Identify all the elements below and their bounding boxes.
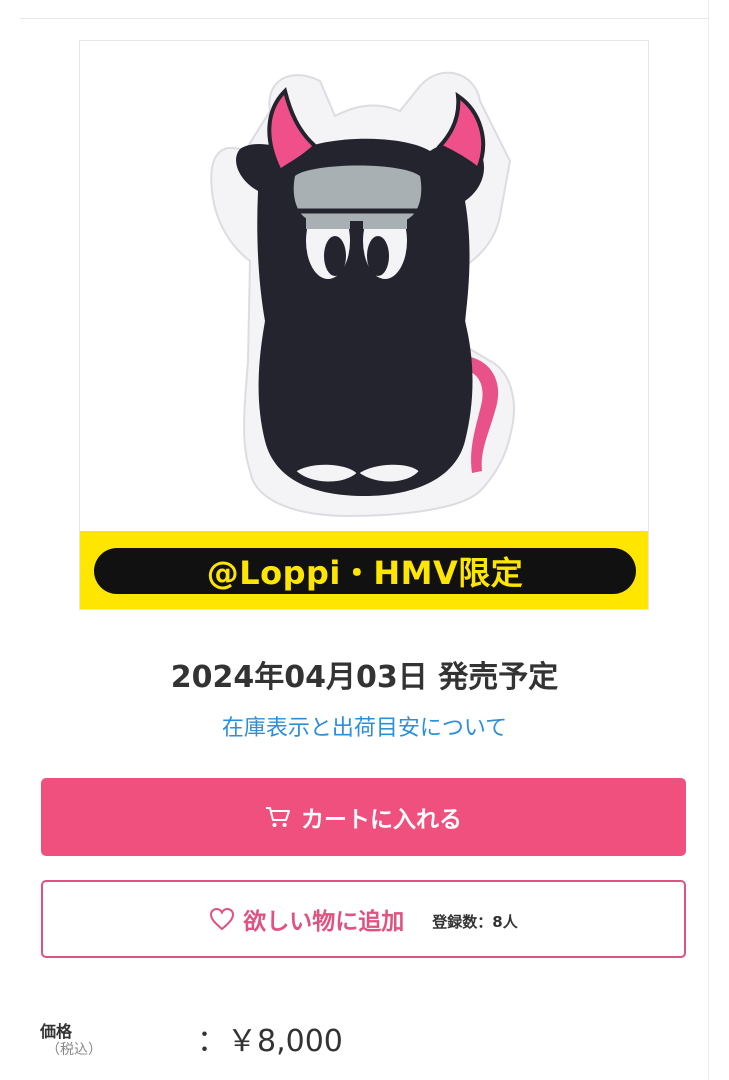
price-value: ：￥8,000 [197, 1024, 343, 1059]
tax-note: （税込） [46, 1042, 102, 1058]
add-to-wishlist-button[interactable]: 欲しい物に追加 登録数：8人 [41, 880, 686, 958]
product-image[interactable]: @Loppi・HMV限定 [79, 40, 649, 610]
cow-cushion-illustration [210, 71, 515, 518]
add-to-cart-button[interactable]: カートに入れる [41, 778, 686, 856]
release-date: 2024年04月03日 発売予定 [170, 660, 559, 695]
add-to-wishlist-label: 欲しい物に追加 [243, 909, 405, 935]
wishlist-count: 登録数：8人 [432, 912, 518, 931]
top-divider [20, 18, 709, 19]
cart-icon [266, 807, 290, 827]
promo-badge: @Loppi・HMV限定 [94, 548, 636, 594]
promo-band: @Loppi・HMV限定 [80, 531, 648, 609]
stock-info-link[interactable]: 在庫表示と出荷目安について [0, 710, 729, 742]
right-divider [708, 0, 709, 1080]
add-to-cart-label: カートに入れる [301, 807, 462, 833]
promo-badge-text: @Loppi・HMV限定 [206, 554, 524, 592]
heart-icon [210, 907, 235, 931]
